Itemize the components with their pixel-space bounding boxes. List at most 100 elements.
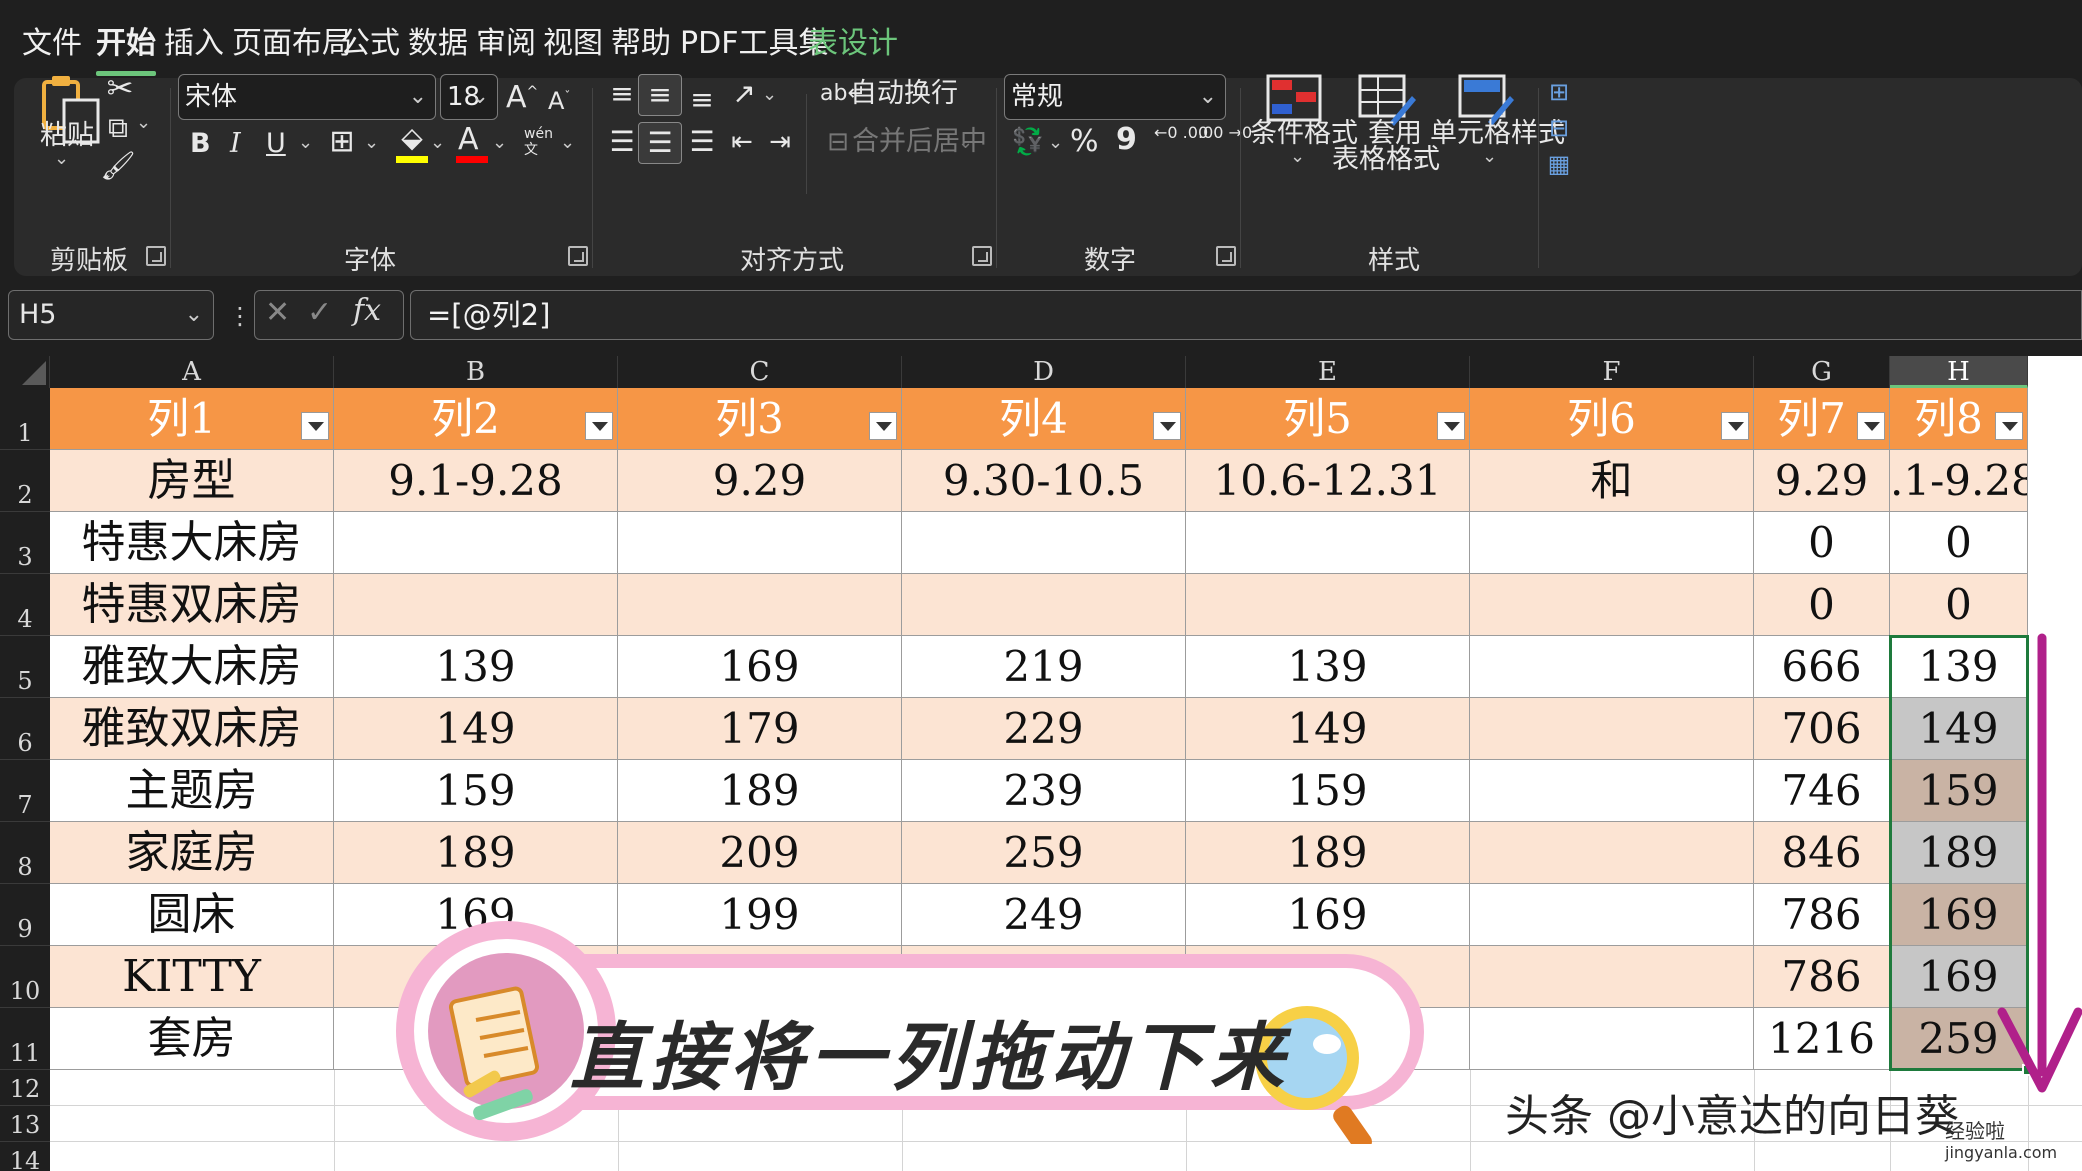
copy-chevron-down-icon[interactable]: ⌄: [136, 112, 151, 133]
menu-view[interactable]: 视图: [543, 24, 603, 64]
merge-center-icon[interactable]: ⊟: [820, 122, 856, 162]
table-cell-c3[interactable]: [618, 512, 902, 574]
menu-home[interactable]: 开始: [96, 24, 156, 76]
font-color-chevron-down-icon[interactable]: ⌄: [492, 132, 507, 153]
clipboard-launcher-icon[interactable]: [146, 246, 166, 266]
wrap-text-button[interactable]: 自动换行: [850, 78, 958, 110]
table-cell-f6[interactable]: [1470, 698, 1754, 760]
bold-button[interactable]: B: [190, 128, 211, 160]
table-cell-b4[interactable]: [334, 574, 618, 636]
menu-file[interactable]: 文件: [22, 24, 82, 64]
grow-font-button[interactable]: A^: [506, 76, 538, 114]
table-cell-b6[interactable]: 149: [334, 698, 618, 760]
paste-chevron-down-icon[interactable]: ⌄: [54, 148, 69, 169]
font-size-combo[interactable]: 18 ⌄: [440, 74, 498, 120]
table-cell-e3[interactable]: [1186, 512, 1470, 574]
number-format-combo[interactable]: 常规 ⌄: [1004, 74, 1226, 120]
table-cell-h3[interactable]: 0: [1890, 512, 2028, 574]
table-cell-b7[interactable]: 159: [334, 760, 618, 822]
accounting-icon[interactable]: 💱: [1008, 122, 1048, 162]
phonetic-chevron-down-icon[interactable]: ⌄: [560, 132, 575, 153]
font-name-combo[interactable]: 宋体 ⌄: [178, 74, 436, 120]
table-header-cell-d[interactable]: 列4: [902, 388, 1186, 450]
table-cell-d6[interactable]: 229: [902, 698, 1186, 760]
orientation-chevron-down-icon[interactable]: ⌄: [762, 84, 777, 105]
row-header-12[interactable]: 12: [0, 1070, 50, 1106]
column-header-d[interactable]: D: [902, 356, 1186, 388]
menu-pdf-tools[interactable]: PDF工具集: [680, 24, 828, 64]
table-cell-c5[interactable]: 169: [618, 636, 902, 698]
row-header-14[interactable]: 14: [0, 1142, 50, 1171]
table-cell-h4[interactable]: 0: [1890, 574, 2028, 636]
row-header-9[interactable]: 9: [0, 884, 50, 946]
filter-dropdown-icon[interactable]: [1153, 412, 1181, 440]
menu-table-design[interactable]: 表设计: [808, 24, 898, 64]
menu-page-layout[interactable]: 页面布局: [232, 24, 352, 64]
table-cell-a10[interactable]: KITTY: [50, 946, 334, 1008]
column-header-a[interactable]: A: [50, 356, 334, 388]
align-middle-icon[interactable]: ≡: [638, 74, 682, 116]
table-cell-a9[interactable]: 圆床: [50, 884, 334, 946]
row-header-10[interactable]: 10: [0, 946, 50, 1008]
table-cell-g8[interactable]: 846: [1754, 822, 1890, 884]
table-cell-c6[interactable]: 179: [618, 698, 902, 760]
conditional-chevron-down-icon[interactable]: ⌄: [1290, 146, 1305, 167]
decrease-decimal-button[interactable]: .00 →0: [1198, 124, 1252, 142]
border-icon[interactable]: ⊞: [324, 122, 360, 162]
table-header-cell-f[interactable]: 列6: [1470, 388, 1754, 450]
alignment-launcher-icon[interactable]: [972, 246, 992, 266]
menu-formulas[interactable]: 公式: [340, 24, 400, 64]
format-cells-icon[interactable]: ▦: [1544, 144, 1574, 184]
table-header-cell-h[interactable]: 列8: [1890, 388, 2028, 450]
table-cell-f8[interactable]: [1470, 822, 1754, 884]
align-top-icon[interactable]: ≡: [602, 74, 642, 114]
table-cell-a5[interactable]: 雅致大床房: [50, 636, 334, 698]
table-cell-d8[interactable]: 259: [902, 822, 1186, 884]
table-cell-f4[interactable]: [1470, 574, 1754, 636]
table-cell-b2[interactable]: 9.1-9.28: [334, 450, 618, 512]
font-color-button[interactable]: A: [458, 124, 479, 156]
table-cell-a6[interactable]: 雅致双床房: [50, 698, 334, 760]
table-cell-a4[interactable]: 特惠双床房: [50, 574, 334, 636]
border-chevron-down-icon[interactable]: ⌄: [364, 132, 379, 153]
table-cell-a2[interactable]: 房型: [50, 450, 334, 512]
table-cell-a7[interactable]: 主题房: [50, 760, 334, 822]
table-cell-g7[interactable]: 746: [1754, 760, 1890, 822]
table-cell-g11[interactable]: 1216: [1754, 1008, 1890, 1070]
filter-dropdown-icon[interactable]: [1437, 412, 1465, 440]
table-cell-c4[interactable]: [618, 574, 902, 636]
row-header-2[interactable]: 2: [0, 450, 50, 512]
underline-chevron-down-icon[interactable]: ⌄: [298, 132, 313, 153]
table-cell-f2[interactable]: 和: [1470, 450, 1754, 512]
format-painter-icon[interactable]: 🖌: [98, 146, 138, 186]
empty-row[interactable]: [50, 1142, 2082, 1171]
table-header-cell-a[interactable]: 列1: [50, 388, 334, 450]
table-cell-g9[interactable]: 786: [1754, 884, 1890, 946]
table-cell-a11[interactable]: 套房: [50, 1008, 334, 1070]
table-cell-g6[interactable]: 706: [1754, 698, 1890, 760]
row-header-13[interactable]: 13: [0, 1106, 50, 1142]
table-cell-b8[interactable]: 189: [334, 822, 618, 884]
table-cell-e5[interactable]: 139: [1186, 636, 1470, 698]
more-icon[interactable]: ⋮: [228, 302, 252, 330]
filter-dropdown-icon[interactable]: [301, 412, 329, 440]
table-cell-d4[interactable]: [902, 574, 1186, 636]
table-cell-d7[interactable]: 239: [902, 760, 1186, 822]
row-header-4[interactable]: 4: [0, 574, 50, 636]
row-header-5[interactable]: 5: [0, 636, 50, 698]
enter-icon[interactable]: ✓: [307, 295, 332, 330]
comma-button[interactable]: 9: [1116, 124, 1137, 156]
fill-color-icon[interactable]: ⬙: [392, 118, 432, 158]
table-cell-a3[interactable]: 特惠大床房: [50, 512, 334, 574]
percent-button[interactable]: %: [1070, 126, 1099, 158]
row-header-1[interactable]: 1: [0, 388, 50, 450]
column-header-g[interactable]: G: [1754, 356, 1890, 388]
table-cell-c7[interactable]: 189: [618, 760, 902, 822]
table-header-cell-e[interactable]: 列5: [1186, 388, 1470, 450]
table-header-cell-c[interactable]: 列3: [618, 388, 902, 450]
table-cell-e6[interactable]: 149: [1186, 698, 1470, 760]
increase-decimal-button[interactable]: ←0 .00: [1154, 124, 1208, 142]
phonetic-button[interactable]: wén 文: [524, 126, 553, 158]
filter-dropdown-icon[interactable]: [1857, 412, 1885, 440]
fill-color-chevron-down-icon[interactable]: ⌄: [430, 132, 445, 153]
